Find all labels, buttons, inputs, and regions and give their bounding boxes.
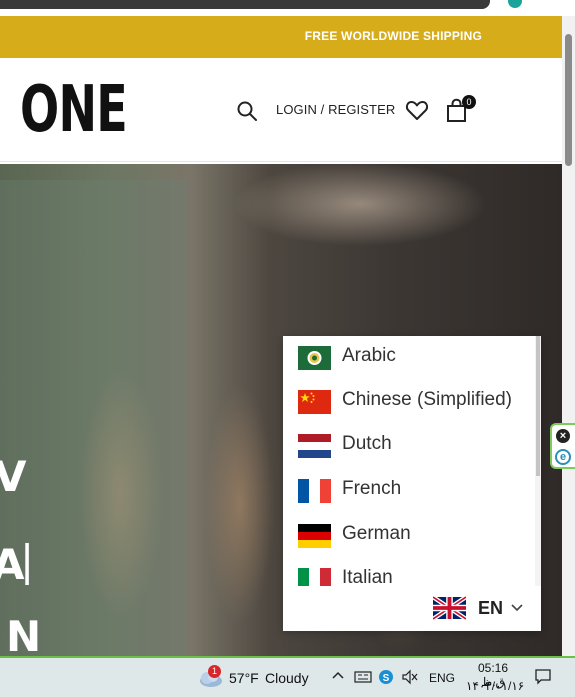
france-flag-icon xyxy=(298,479,331,503)
scrollbar-thumb[interactable] xyxy=(565,34,572,166)
speaker-muted-icon[interactable] xyxy=(401,669,419,689)
chevron-up-icon[interactable] xyxy=(331,669,345,689)
netherlands-flag-icon xyxy=(298,434,331,458)
language-label: German xyxy=(342,523,411,544)
ime-keyboard-icon[interactable] xyxy=(354,669,372,689)
language-list-scrollbar[interactable] xyxy=(535,336,541,586)
search-icon[interactable] xyxy=(236,100,258,122)
weather-temperature[interactable]: 57°F xyxy=(229,670,259,686)
language-list-scroll-thumb[interactable] xyxy=(536,336,540,476)
heart-icon[interactable] xyxy=(405,99,429,121)
browser-bar xyxy=(0,0,490,9)
e-extension-icon[interactable]: e xyxy=(555,449,571,465)
language-label: Chinese (Simplified) xyxy=(342,389,513,410)
side-widget: × e xyxy=(550,423,575,469)
keyboard-language[interactable]: ENG xyxy=(429,671,455,685)
language-label: Italian xyxy=(342,567,393,586)
language-option-german[interactable]: German xyxy=(283,514,535,558)
hero-text-fragment: N xyxy=(6,612,42,656)
arabic-flag-icon xyxy=(298,346,331,370)
language-option-french[interactable]: French xyxy=(283,469,535,513)
login-register-link[interactable]: LOGIN / REGISTER xyxy=(276,102,395,117)
chevron-down-icon xyxy=(511,600,523,615)
weather-notification-badge: 1 xyxy=(208,665,221,678)
language-label: Arabic xyxy=(342,345,396,366)
italy-flag-icon xyxy=(298,568,331,586)
china-flag-icon xyxy=(298,390,331,414)
promo-text: FREE WORLDWIDE SHIPPING xyxy=(304,29,482,43)
site-logo[interactable]: ONE xyxy=(20,78,128,142)
svg-text:S: S xyxy=(383,673,390,684)
language-option-italian[interactable]: Italian xyxy=(283,558,535,586)
germany-flag-icon xyxy=(298,524,331,548)
skype-icon[interactable]: S xyxy=(378,669,394,689)
windows-taskbar: 1 57°F Cloudy S ENG 05:16 ق.ظ ۱۴۰۴/۰۱/۱۶ xyxy=(0,656,575,697)
cart-count-badge: 0 xyxy=(462,95,476,109)
language-option-dutch[interactable]: Dutch xyxy=(283,424,535,468)
hero-text-fragment: | xyxy=(20,536,35,585)
current-language-selector[interactable]: EN xyxy=(431,595,533,624)
browser-top-edge xyxy=(0,0,575,16)
hero-text-fragment: V xyxy=(0,452,27,501)
current-language-code: EN xyxy=(478,598,504,618)
close-icon[interactable]: × xyxy=(556,429,570,443)
language-label: French xyxy=(342,478,402,499)
site-header: ONE LOGIN / REGISTER 0 xyxy=(0,58,562,162)
language-dropdown: Arabic Chinese (Simplified) Dutch French… xyxy=(283,336,541,631)
extension-icon[interactable] xyxy=(508,0,522,8)
notification-center-icon[interactable] xyxy=(534,668,552,686)
language-label: Dutch xyxy=(342,433,392,454)
page-scrollbar[interactable] xyxy=(562,16,575,656)
clock-date[interactable]: ۱۴۰۴/۰۱/۱۶ xyxy=(466,679,524,693)
language-list: Arabic Chinese (Simplified) Dutch French… xyxy=(283,336,535,586)
promo-bar: FREE WORLDWIDE SHIPPING xyxy=(0,16,562,58)
language-option-arabic[interactable]: Arabic xyxy=(283,336,535,380)
language-option-chinese[interactable]: Chinese (Simplified) xyxy=(283,380,535,424)
weather-condition[interactable]: Cloudy xyxy=(265,670,309,686)
uk-flag-icon xyxy=(431,595,468,621)
